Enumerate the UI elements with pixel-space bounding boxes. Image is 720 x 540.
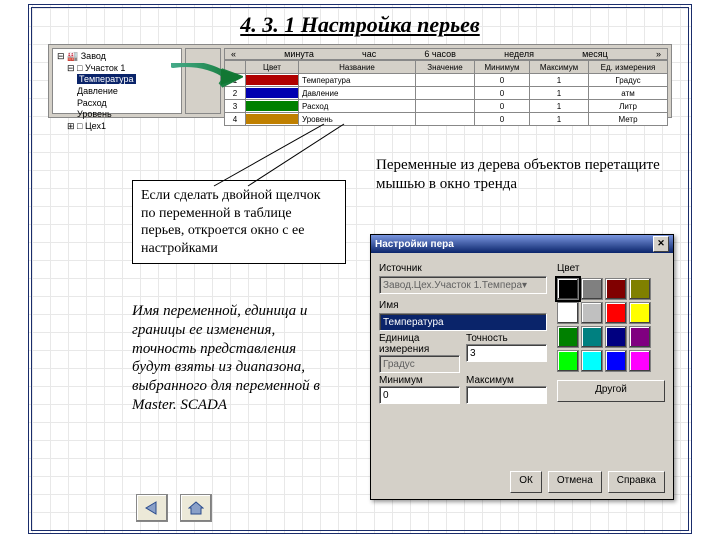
source-field[interactable]: Завод.Цех.Участок 1.Темпера ▾: [379, 276, 547, 294]
label-name: Имя: [379, 300, 547, 311]
tree-node: Давление: [57, 86, 177, 98]
color-swatch[interactable]: [629, 326, 651, 348]
tree-node: Уровень: [57, 109, 177, 121]
table-row: 1Температура01Градус: [225, 74, 668, 87]
home-slide-button[interactable]: [180, 494, 212, 522]
time-scale: « минута час 6 часов неделя месяц »: [224, 48, 668, 60]
prev-slide-button[interactable]: [136, 494, 168, 522]
callout-doubleclick: Если сделать двойной щелчок по переменно…: [132, 180, 346, 264]
help-button[interactable]: Справка: [608, 471, 665, 493]
precision-field[interactable]: 3: [466, 344, 547, 362]
label-precision: Точность: [466, 333, 508, 344]
pen-table: Цвет Название Значение Минимум Максимум …: [224, 60, 668, 126]
tree-node-selected: Температура: [57, 74, 177, 86]
color-swatch[interactable]: [605, 302, 627, 324]
color-swatch[interactable]: [557, 302, 579, 324]
table-row: 4Уровень01Метр: [225, 113, 668, 126]
tree-node: ⊟ 🏭 Завод: [57, 51, 177, 63]
table-row: 2Давление01атм: [225, 87, 668, 100]
table-header-row: Цвет Название Значение Минимум Максимум …: [225, 61, 668, 74]
slide-page: 4. 3. 1 Настройка перьев ⊟ 🏭 Завод ⊟ □ У…: [28, 4, 692, 534]
page-title: 4. 3. 1 Настройка перьев: [32, 12, 688, 38]
dialog-titlebar: Настройки пера ✕: [371, 235, 673, 253]
color-swatch[interactable]: [557, 278, 579, 300]
tree-node: ⊟ □ Участок 1: [57, 63, 177, 75]
unit-field[interactable]: Градус: [379, 355, 460, 373]
dialog-title: Настройки пера: [375, 239, 454, 250]
instruction-drag: Переменные из дерева объектов перетащите…: [376, 156, 686, 194]
ok-button[interactable]: ОК: [510, 471, 542, 493]
trend-editor-screenshot: ⊟ 🏭 Завод ⊟ □ Участок 1 Температура Давл…: [48, 44, 672, 118]
label-unit: Единица измерения: [379, 333, 429, 355]
vertical-ruler: [185, 48, 221, 114]
color-swatch[interactable]: [629, 302, 651, 324]
home-icon: [188, 501, 204, 515]
label-source: Источник: [379, 263, 547, 274]
name-field[interactable]: Температура: [379, 313, 547, 331]
pen-table-area: « минута час 6 часов неделя месяц » Цвет…: [224, 48, 668, 117]
slide-nav: [136, 494, 212, 522]
tree-node: ⊞ □ Цех1: [57, 121, 177, 133]
color-swatch[interactable]: [629, 278, 651, 300]
arrow-left-icon: [144, 501, 160, 515]
color-swatch[interactable]: [581, 326, 603, 348]
color-swatch[interactable]: [605, 350, 627, 372]
color-swatch[interactable]: [605, 326, 627, 348]
min-field[interactable]: 0: [379, 386, 460, 404]
color-swatch[interactable]: [557, 350, 579, 372]
color-swatch[interactable]: [557, 326, 579, 348]
pen-settings-dialog: Настройки пера ✕ Источник Завод.Цех.Учас…: [370, 234, 674, 500]
label-min: Минимум: [379, 375, 423, 386]
tree-node: Расход: [57, 98, 177, 110]
table-row: 3Расход01Литр: [225, 100, 668, 113]
color-swatch[interactable]: [605, 278, 627, 300]
cancel-button[interactable]: Отмена: [548, 471, 602, 493]
note-autofill: Имя переменной, единица и границы ее изм…: [132, 302, 332, 415]
close-button[interactable]: ✕: [653, 236, 669, 252]
color-swatch[interactable]: [581, 350, 603, 372]
max-field[interactable]: [466, 386, 547, 404]
other-color-button[interactable]: Другой: [557, 380, 665, 402]
color-swatch[interactable]: [581, 302, 603, 324]
color-palette: [557, 278, 665, 372]
object-tree: ⊟ 🏭 Завод ⊟ □ Участок 1 Температура Давл…: [52, 48, 182, 114]
color-swatch[interactable]: [629, 350, 651, 372]
label-max: Максимум: [466, 375, 514, 386]
label-color: Цвет: [557, 263, 665, 274]
color-swatch[interactable]: [581, 278, 603, 300]
